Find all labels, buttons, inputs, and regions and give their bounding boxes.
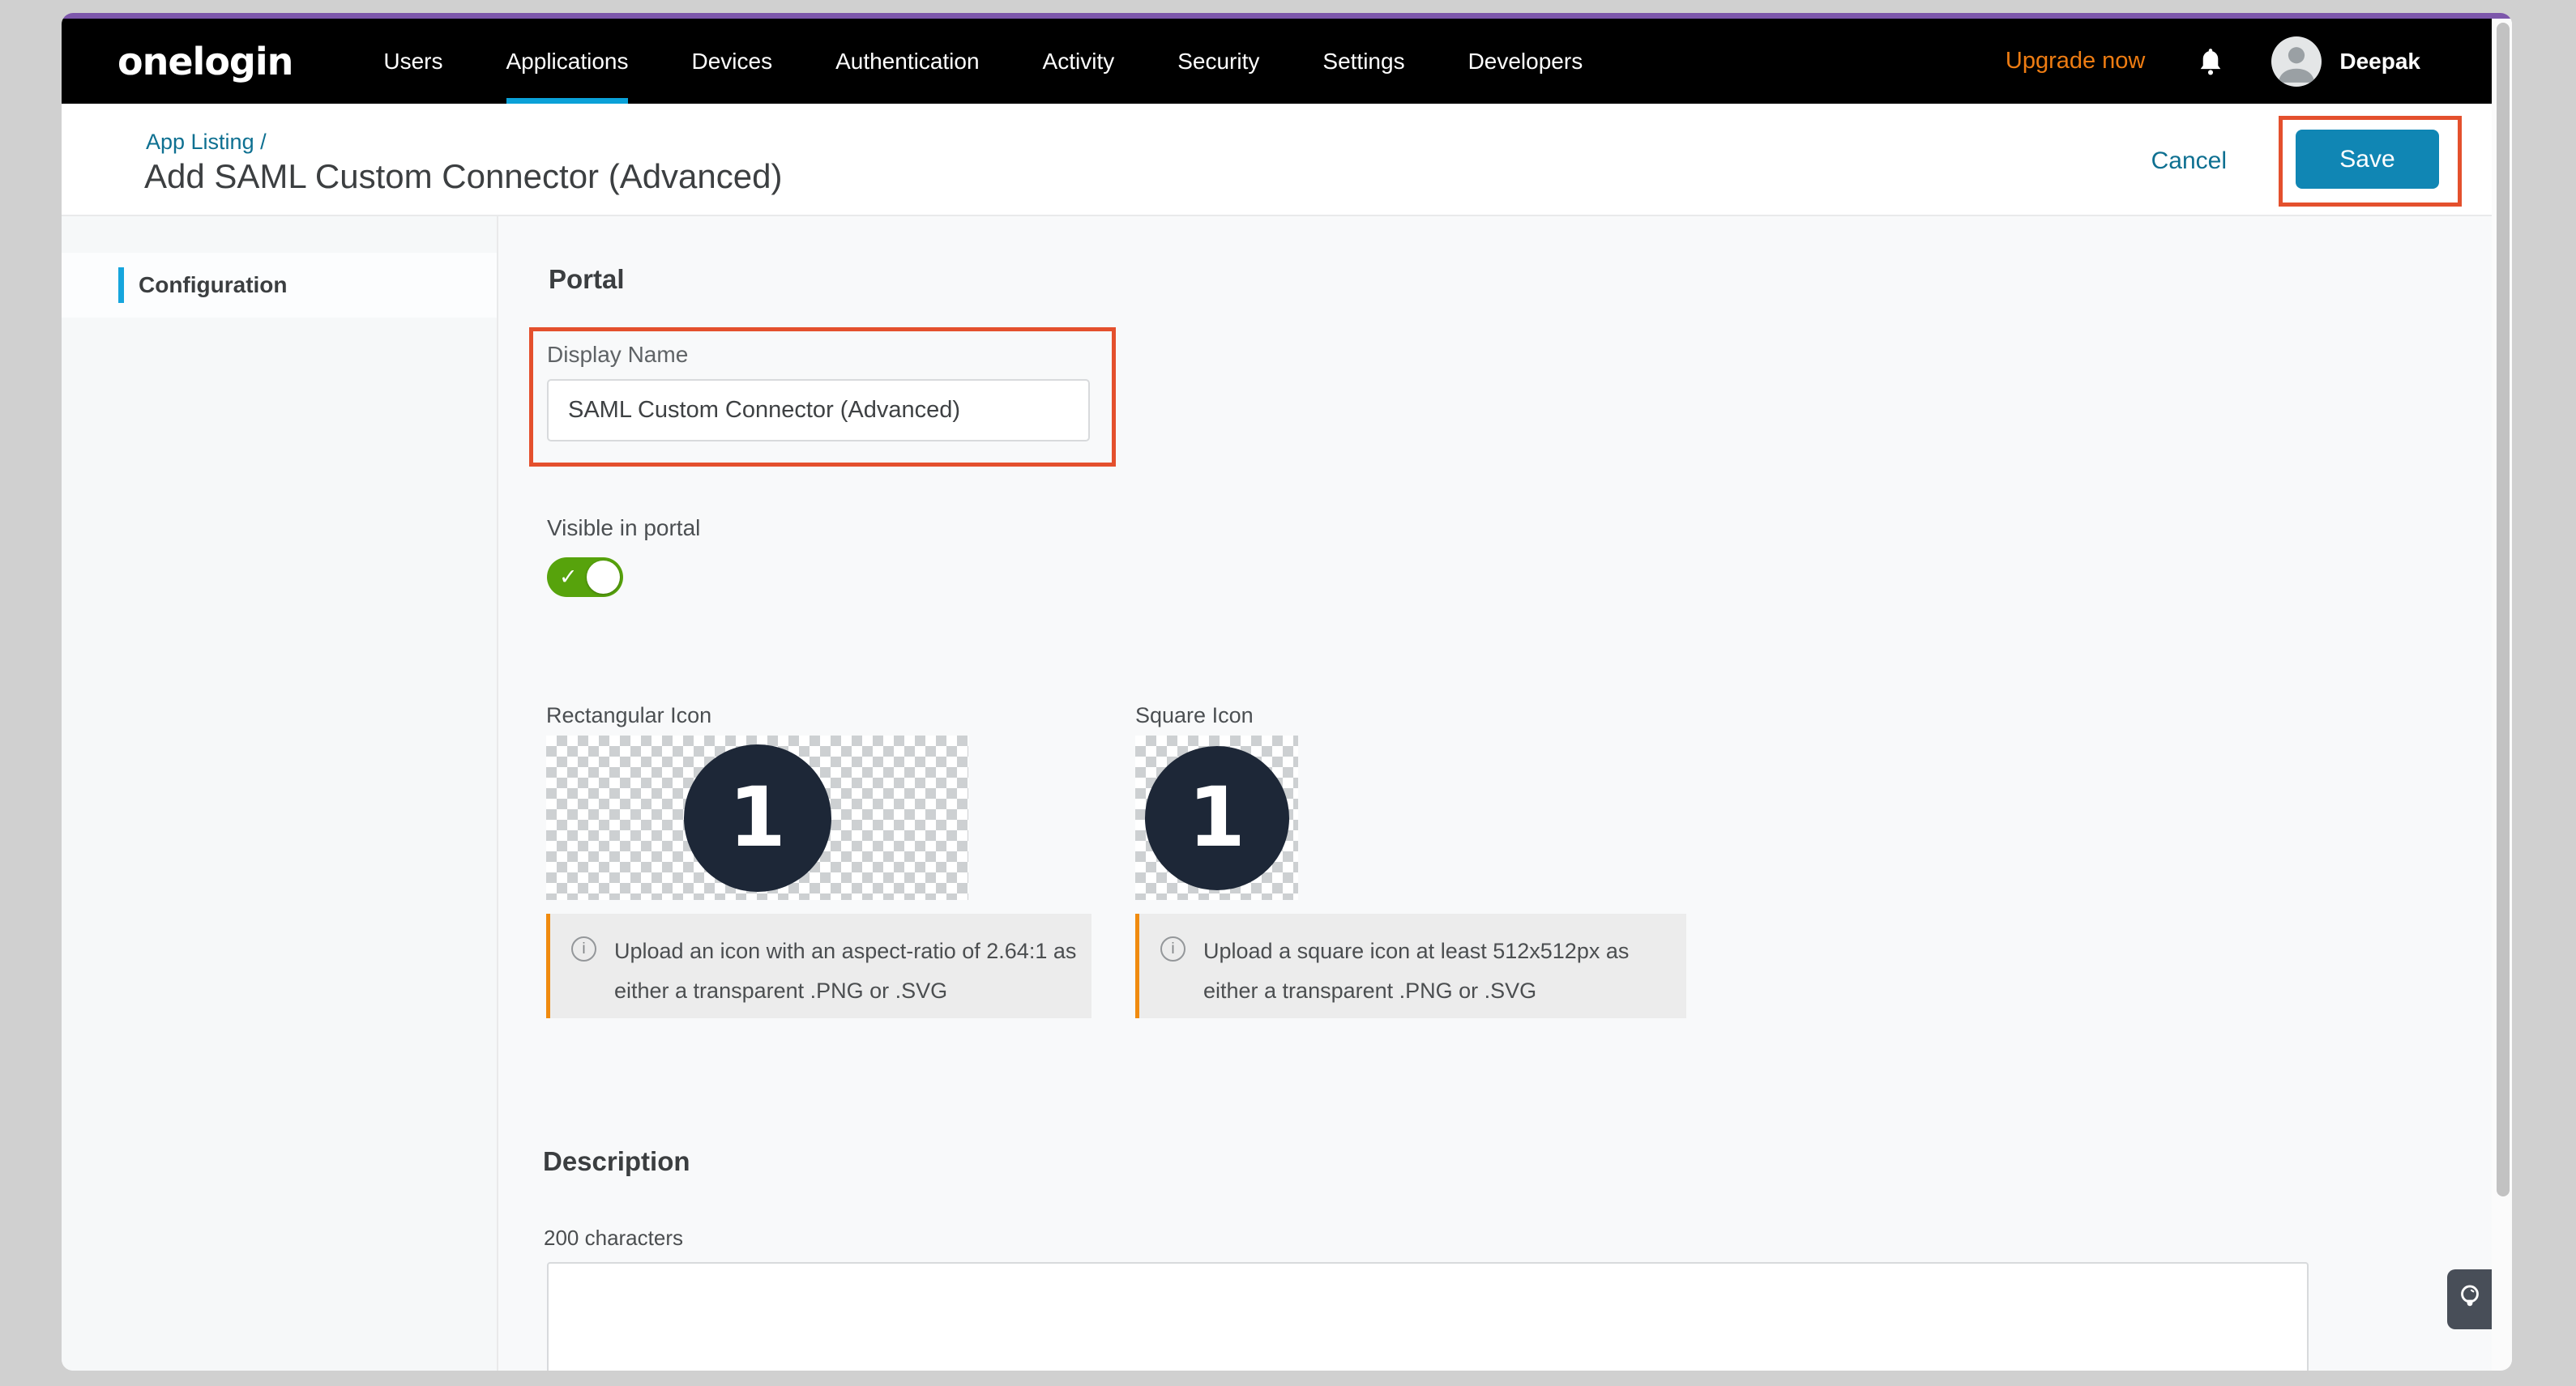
nav-item-activity[interactable]: Activity: [1043, 19, 1115, 104]
brandmark-digit: 1: [728, 770, 786, 866]
page-header: App Listing / Add SAML Custom Connector …: [62, 104, 2492, 216]
visible-in-portal-toggle[interactable]: ✓: [547, 557, 623, 597]
user-avatar[interactable]: [2271, 36, 2322, 87]
display-name-label: Display Name: [547, 342, 688, 368]
page-title: Add SAML Custom Connector (Advanced): [144, 157, 782, 196]
user-name[interactable]: Deepak: [2339, 49, 2420, 75]
upgrade-now-link[interactable]: Upgrade now: [2006, 48, 2146, 75]
visible-in-portal-label: Visible in portal: [547, 515, 700, 541]
square-icon-info-box: i Upload a square icon at least 512x512p…: [1135, 914, 1686, 1018]
onelogin-logo[interactable]: onelogin: [117, 40, 293, 83]
info-line: Upload an icon with an aspect-ratio of 2…: [614, 932, 1076, 971]
info-icon: i: [1160, 936, 1185, 962]
sidebar-item-label: Configuration: [139, 272, 288, 298]
description-section-heading: Description: [543, 1146, 690, 1177]
checkmark-icon: ✓: [559, 564, 578, 589]
breadcrumb[interactable]: App Listing /: [146, 130, 267, 155]
display-name-input[interactable]: [547, 379, 1090, 441]
lightbulb-icon: [2457, 1282, 2483, 1316]
active-indicator-bar: [118, 267, 124, 303]
rectangular-icon-info-box: i Upload an icon with an aspect-ratio of…: [546, 914, 1091, 1018]
sidebar-item-configuration[interactable]: Configuration: [62, 253, 497, 318]
square-icon-label: Square Icon: [1135, 703, 1254, 728]
nav-item-users[interactable]: Users: [383, 19, 442, 104]
nav-right-cluster: Upgrade now Deepak: [2006, 36, 2492, 87]
toggle-knob: [587, 561, 620, 594]
nav-item-security[interactable]: Security: [1177, 19, 1259, 104]
bell-icon[interactable]: [2197, 47, 2224, 76]
nav-item-devices[interactable]: Devices: [691, 19, 772, 104]
browser-page: onelogin Users Applications Devices Auth…: [62, 13, 2512, 1371]
onelogin-brandmark-icon: 1: [1145, 746, 1289, 890]
info-icon: i: [571, 936, 596, 962]
top-nav: onelogin Users Applications Devices Auth…: [62, 19, 2492, 104]
square-icon-upload-preview[interactable]: 1: [1135, 736, 1298, 900]
info-line: either a transparent .PNG or .SVG: [1203, 971, 1629, 1011]
portal-section-heading: Portal: [549, 264, 625, 295]
sidebar: Configuration: [62, 216, 498, 1371]
rectangular-icon-label: Rectangular Icon: [546, 703, 711, 728]
save-button[interactable]: Save: [2296, 130, 2439, 189]
brandmark-digit: 1: [1188, 770, 1245, 866]
window-accent-bar: [62, 13, 2512, 19]
nav-item-authentication[interactable]: Authentication: [835, 19, 979, 104]
onelogin-brandmark-icon: 1: [684, 744, 831, 892]
rectangular-icon-upload-preview[interactable]: 1: [546, 736, 968, 900]
person-silhouette-icon: [2271, 36, 2322, 87]
character-counter: 200 characters: [544, 1226, 683, 1251]
nav-item-settings[interactable]: Settings: [1322, 19, 1404, 104]
help-tips-button[interactable]: [2447, 1269, 2492, 1329]
rectangular-icon-info-text: Upload an icon with an aspect-ratio of 2…: [614, 932, 1076, 1018]
square-icon-info-text: Upload a square icon at least 512x512px …: [1203, 932, 1629, 1018]
nav-item-developers[interactable]: Developers: [1468, 19, 1583, 104]
cancel-button[interactable]: Cancel: [2151, 147, 2227, 175]
scrollbar-track[interactable]: [2492, 19, 2512, 1371]
nav-menu: Users Applications Devices Authenticatio…: [383, 19, 1583, 104]
info-line: Upload a square icon at least 512x512px …: [1203, 932, 1629, 971]
info-line: either a transparent .PNG or .SVG: [614, 971, 1076, 1011]
nav-item-applications[interactable]: Applications: [506, 19, 629, 104]
description-textarea[interactable]: [547, 1262, 2309, 1371]
scrollbar-thumb[interactable]: [2497, 23, 2510, 1196]
